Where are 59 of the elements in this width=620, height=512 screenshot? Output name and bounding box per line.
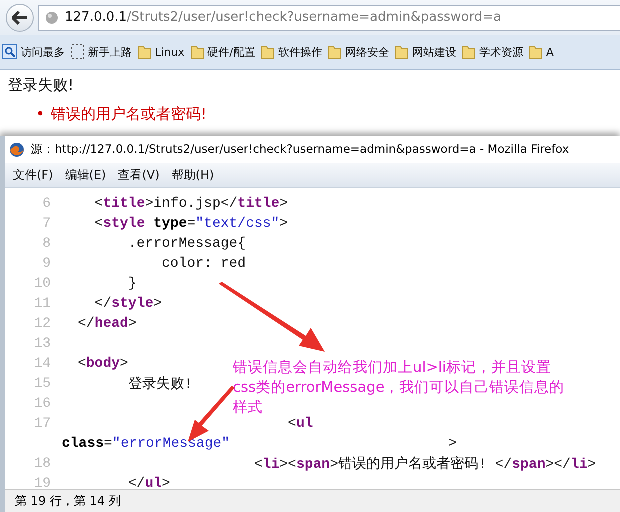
line-number: 7 — [42, 216, 51, 232]
code-line: </style> — [94, 296, 162, 312]
code-line: .errorMessage{ — [127, 236, 246, 252]
status-text: 第 19 行，第 14 列 — [5, 489, 620, 512]
code-line: <title>info.jsp</title> — [94, 196, 288, 212]
code-line: </ul> — [127, 476, 170, 489]
bookmark-item[interactable]: 软件操作 — [261, 44, 322, 60]
line-number: 19 — [33, 476, 51, 489]
dashed-square-icon — [71, 44, 85, 60]
bookmark-item[interactable]: 网络安全 — [328, 44, 390, 60]
line-number: 6 — [42, 196, 51, 212]
code-line: <body> — [78, 356, 128, 372]
result-heading: 登录失败! — [8, 75, 76, 96]
line-number: 12 — [33, 316, 51, 332]
bookmark-item[interactable]: Linux — [138, 44, 185, 60]
folder-icon — [190, 44, 205, 60]
bookmark-item[interactable]: A — [529, 44, 554, 60]
folder-icon — [395, 44, 410, 60]
window-title: 源：http://127.0.0.1/Struts2/user/user!check?username=admin&password=a - Mozilla Firefox — [31, 142, 570, 157]
menu-item[interactable]: 文件(F) — [13, 166, 54, 184]
menu-item[interactable]: 编辑(E) — [65, 166, 106, 184]
address-field[interactable]: 127.0.0.1/Struts2/user/user!check?username=admin&password=a — [38, 4, 620, 30]
code-line: <li><span>错误的用户名或者密码! </span></li> — [253, 455, 596, 473]
line-number: 14 — [33, 356, 51, 372]
menu-item[interactable]: 帮助(H) — [172, 166, 214, 184]
line-number: 13 — [33, 336, 51, 352]
code-line: <style type="text/css"> — [94, 216, 288, 232]
line-number: 10 — [33, 276, 51, 292]
code-line: </head> — [78, 316, 137, 332]
back-button[interactable] — [6, 4, 34, 32]
code-line: } — [127, 276, 137, 292]
code-line: <ul — [287, 416, 314, 432]
folder-icon — [328, 44, 342, 60]
menu-item[interactable]: 查看(V) — [118, 166, 160, 184]
globe-icon — [45, 10, 59, 24]
line-number: 9 — [42, 256, 51, 272]
folder-icon — [462, 44, 476, 60]
annotation-text: 错误信息会自动给我们加上ul>li标记，并且设置css类的errorMessage，我们可以自己错误信息的样式 — [233, 359, 566, 416]
bookmark-item[interactable]: 新手上路 — [71, 44, 132, 60]
bookmark-item[interactable]: 网站建设 — [395, 44, 456, 60]
bookmark-item[interactable]: 访问最多 — [2, 44, 65, 60]
folder-icon — [261, 44, 276, 60]
bookmark-item[interactable]: 学术资源 — [462, 44, 524, 60]
list-bullet: • — [36, 104, 45, 124]
line-number: 15 — [33, 376, 51, 392]
error-message: 错误的用户名或者密码! — [50, 104, 207, 124]
line-number: 16 — [33, 396, 51, 412]
firefox-icon — [9, 142, 25, 158]
code-line: 登录失败! — [127, 376, 193, 393]
line-number: 11 — [33, 296, 51, 312]
folder-icon — [529, 44, 544, 60]
bookmark-item[interactable]: 硬件/配置 — [190, 44, 256, 60]
line-number: 18 — [33, 456, 51, 472]
line-number: 8 — [42, 236, 51, 252]
code-line: class="errorMessage" > — [62, 436, 457, 452]
folder-icon — [138, 44, 152, 60]
code-line: color: red — [161, 256, 246, 272]
line-number: 17 — [33, 416, 51, 432]
back-arrow-icon — [12, 10, 28, 24]
